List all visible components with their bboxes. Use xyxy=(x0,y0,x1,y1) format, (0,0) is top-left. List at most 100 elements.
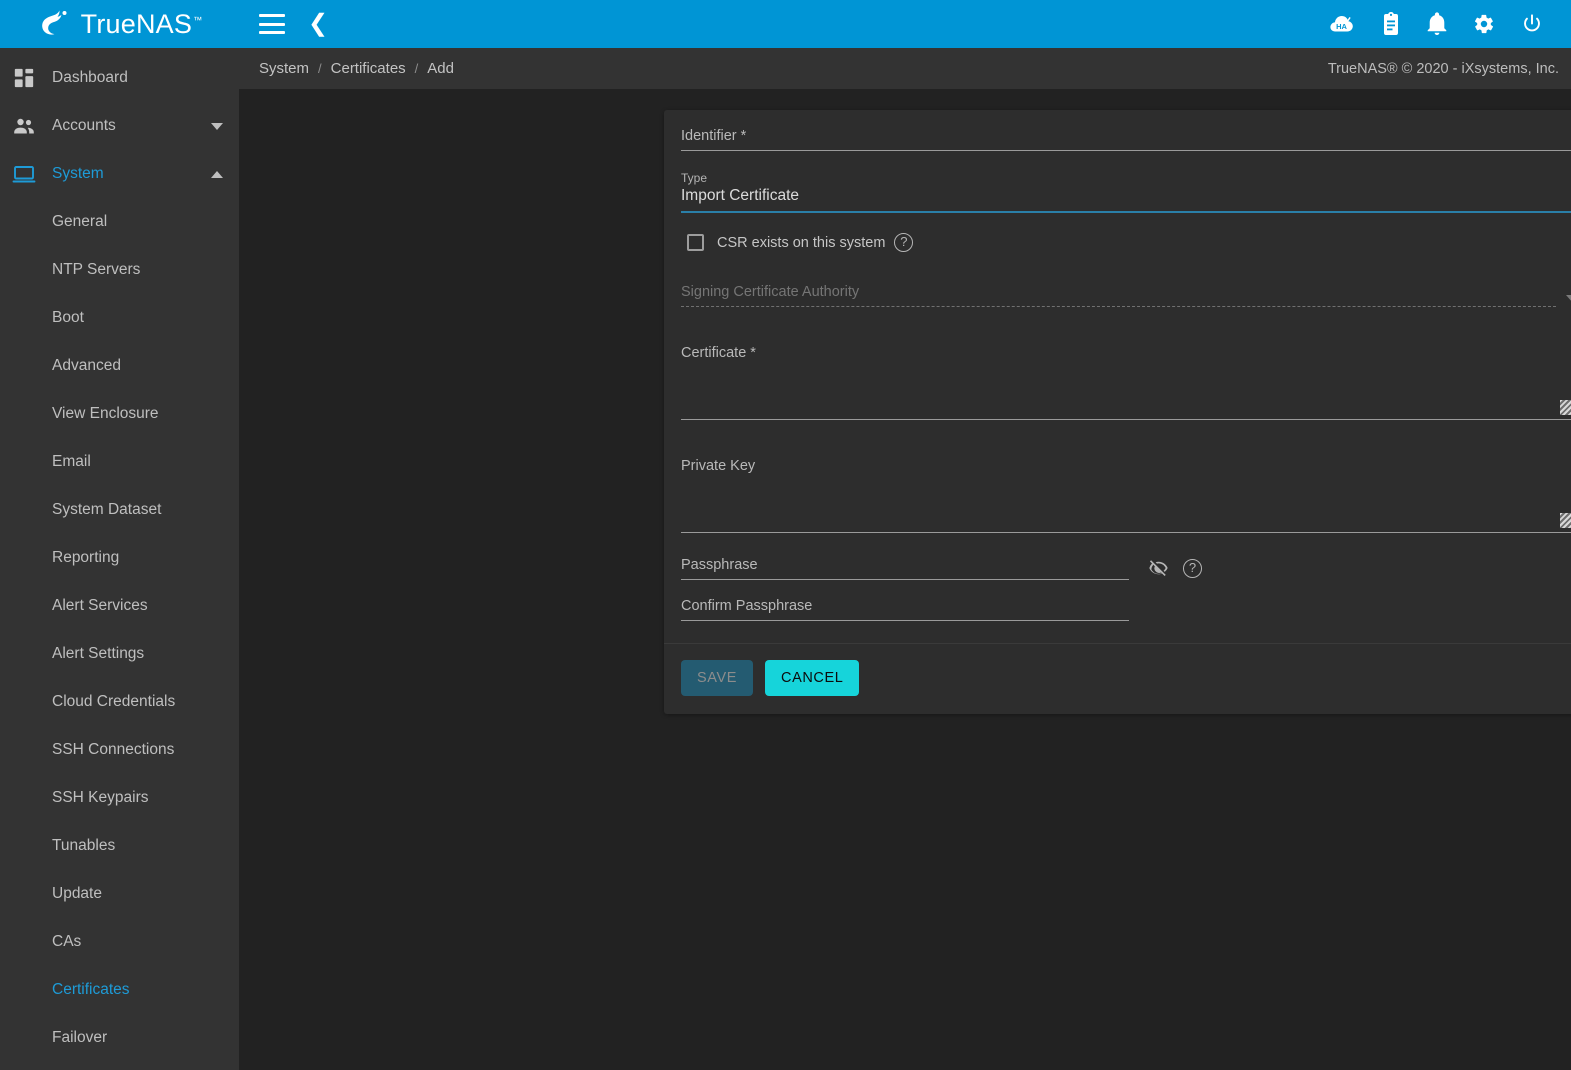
confirm-passphrase-input-wrap[interactable]: Confirm Passphrase xyxy=(681,598,1129,621)
certificate-textarea[interactable] xyxy=(681,363,1571,413)
passphrase-help-icon[interactable]: ? xyxy=(1183,559,1202,578)
breadcrumb-separator: / xyxy=(318,61,322,76)
sidebar-item-view-enclosure[interactable]: View Enclosure xyxy=(0,390,239,438)
signing-ca-select-wrap: Signing Certificate Authority xyxy=(681,284,1556,307)
chevron-left-icon[interactable]: ❮ xyxy=(308,12,328,36)
app-body: Dashboard Accounts System General NTP Server… xyxy=(0,48,1571,1070)
passphrase-field: Passphrase ? xyxy=(681,539,1571,580)
sidebar-item-accounts[interactable]: Accounts xyxy=(0,102,239,150)
brand-name: TrueNAS™ xyxy=(80,8,203,39)
eye-off-icon[interactable] xyxy=(1147,558,1170,578)
csr-exists-label: CSR exists on this system xyxy=(717,234,886,251)
sidebar-item-label: Accounts xyxy=(52,117,116,134)
sidebar-item-label: Alert Services xyxy=(52,597,148,614)
certificate-add-form-card: Identifier * ? Type xyxy=(664,110,1571,714)
sidebar-item-label: Email xyxy=(52,453,91,470)
identifier-underline xyxy=(681,150,1571,151)
sidebar-item-label: System xyxy=(52,165,104,182)
dashboard-grid-icon xyxy=(12,66,36,90)
sidebar-item-label: General xyxy=(52,213,108,230)
certificate-resize-handle-icon[interactable] xyxy=(1560,400,1571,415)
sidebar-item-label: Update xyxy=(52,885,102,902)
sidebar-item-label: Boot xyxy=(52,309,84,326)
sidebar-item-alert-settings[interactable]: Alert Settings xyxy=(0,630,239,678)
sidebar-item-label: Failover xyxy=(52,1029,108,1046)
save-button[interactable]: SAVE xyxy=(681,660,754,696)
sidebar-item-boot[interactable]: Boot xyxy=(0,294,239,342)
confirm-passphrase-field: Confirm Passphrase xyxy=(681,580,1571,621)
system-monitor-icon xyxy=(12,162,36,186)
csr-exists-checkbox-row: CSR exists on this system ? xyxy=(681,219,1571,262)
sidebar-item-ssh-keypairs[interactable]: SSH Keypairs xyxy=(0,774,239,822)
sidebar-item-cloud-credentials[interactable]: Cloud Credentials xyxy=(0,678,239,726)
brand-logo-area[interactable]: TrueNAS™ xyxy=(0,0,239,48)
chevron-down-icon[interactable] xyxy=(211,122,223,130)
type-label: Type xyxy=(681,171,708,185)
sidebar-item-label: Dashboard xyxy=(52,69,128,86)
form-action-buttons: SAVE CANCEL xyxy=(664,644,1571,714)
sidebar-item-email[interactable]: Email xyxy=(0,438,239,486)
private-key-textarea-wrap[interactable] xyxy=(681,476,1571,533)
notifications-bell-icon[interactable] xyxy=(1427,12,1447,36)
private-key-textarea[interactable] xyxy=(681,476,1571,526)
certificate-textarea-wrap[interactable] xyxy=(681,363,1571,420)
passphrase-underline xyxy=(681,579,1129,580)
private-key-field: Private Key ? xyxy=(681,448,1571,539)
sidebar-item-label: SSH Connections xyxy=(52,741,175,758)
type-select-wrap[interactable]: Type Import Certificate xyxy=(681,171,1571,213)
identifier-input-wrap[interactable]: Identifier * xyxy=(681,128,1571,151)
sidebar-item-label: Advanced xyxy=(52,357,121,374)
sidebar-navigation: Dashboard Accounts System General NTP Server… xyxy=(0,48,239,1070)
sidebar-item-cas[interactable]: CAs xyxy=(0,918,239,966)
sidebar-item-label: SSH Keypairs xyxy=(52,789,149,806)
sidebar-item-system[interactable]: System xyxy=(0,150,239,198)
truenas-app-window: TrueNAS™ ❮ HA Dashboard Accounts System … xyxy=(0,0,1571,1070)
certificate-underline xyxy=(681,419,1571,420)
task-manager-icon[interactable] xyxy=(1381,12,1401,36)
cancel-button[interactable]: CANCEL xyxy=(765,660,860,696)
sidebar-item-label: Alert Settings xyxy=(52,645,145,662)
sidebar-item-ssh-connections[interactable]: SSH Connections xyxy=(0,726,239,774)
sidebar-item-label: Tunables xyxy=(52,837,116,854)
power-icon[interactable] xyxy=(1521,13,1543,35)
chevron-up-icon[interactable] xyxy=(211,170,223,178)
copyright-text: TrueNAS® © 2020 - iXsystems, Inc. xyxy=(1327,60,1559,77)
csr-exists-help-icon[interactable]: ? xyxy=(894,233,914,252)
type-field: Type Import Certificate xyxy=(681,171,1571,219)
sidebar-item-ntp-servers[interactable]: NTP Servers xyxy=(0,246,239,294)
private-key-resize-handle-icon[interactable] xyxy=(1560,513,1571,528)
sidebar-item-alert-services[interactable]: Alert Services xyxy=(0,582,239,630)
breadcrumb-item-system[interactable]: System xyxy=(259,60,309,77)
private-key-label: Private Key xyxy=(681,458,756,474)
sidebar-item-update[interactable]: Update xyxy=(0,870,239,918)
confirm-passphrase-underline xyxy=(681,620,1129,621)
csr-exists-checkbox[interactable] xyxy=(687,234,704,251)
sidebar-item-tunables[interactable]: Tunables xyxy=(0,822,239,870)
sidebar-item-label: Certificates xyxy=(52,981,130,998)
signing-ca-field: Signing Certificate Authority ? xyxy=(681,284,1571,313)
certificate-label: Certificate * xyxy=(681,345,756,361)
accounts-people-icon xyxy=(12,114,36,138)
ha-status-icon[interactable]: HA xyxy=(1329,13,1355,35)
identifier-field: Identifier * ? xyxy=(681,128,1571,157)
sidebar-item-certificates[interactable]: Certificates xyxy=(0,966,239,1014)
sidebar-item-label: Cloud Credentials xyxy=(52,693,176,710)
sidebar-item-reporting[interactable]: Reporting xyxy=(0,534,239,582)
passphrase-input-wrap[interactable]: Passphrase xyxy=(681,557,1129,580)
settings-gear-icon[interactable] xyxy=(1473,13,1495,35)
top-bar: TrueNAS™ ❮ HA xyxy=(0,0,1571,48)
sidebar-item-dashboard[interactable]: Dashboard xyxy=(0,54,239,102)
breadcrumb-item-add: Add xyxy=(427,60,454,77)
private-key-textarea-box xyxy=(681,476,1571,528)
sidebar-item-failover[interactable]: Failover xyxy=(0,1014,239,1062)
sidebar-item-general[interactable]: General xyxy=(0,198,239,246)
hamburger-menu-icon[interactable] xyxy=(259,14,285,34)
breadcrumb-item-certificates[interactable]: Certificates xyxy=(331,60,406,77)
sidebar-item-system-dataset[interactable]: System Dataset xyxy=(0,486,239,534)
sidebar-item-advanced[interactable]: Advanced xyxy=(0,342,239,390)
signing-ca-underline xyxy=(681,306,1556,307)
truenas-wave-logo-icon xyxy=(37,9,71,39)
